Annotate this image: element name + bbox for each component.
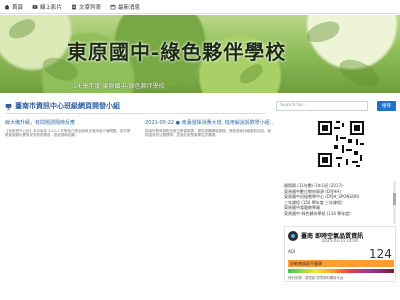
aqi-value: 124 <box>369 247 392 261</box>
nav-item-label: 最新消息 <box>118 4 141 11</box>
aqi-color-scale <box>288 269 394 273</box>
nav-item-label: 線上影片 <box>40 4 63 11</box>
leaf-decoration <box>335 52 383 93</box>
list-item[interactable]: 東原國中-綠色夥伴學校 (134 學年度) <box>284 211 394 217</box>
nav-item-label: 文章列表 <box>79 4 102 11</box>
leaf-decoration <box>6 16 38 42</box>
aqi-status: 對敏感族群不健康 <box>288 260 394 267</box>
page-title-text: 臺南市資訊中心班級網頁開發小組 <box>15 102 120 110</box>
banner: 東原國中-綠色夥伴學校 14 學年度 東原國中-綠色夥伴學校 <box>0 15 400 93</box>
search-button[interactable]: 搜尋 <box>377 101 396 111</box>
news-excerpt: 【系統提升公告】本次版本 2.0.11 升等後已經全面修正使用者介面問題，若仍發… <box>5 129 131 138</box>
list-scrollbar[interactable] <box>393 181 396 224</box>
news-title[interactable]: 2021-05-22 ● 南瀛發揮消費大增, 班用解說與數學小組… <box>145 119 273 126</box>
school-list[interactable]: 國際觀 (11年數)-1年1班 (2017)- 東原國中數位教材資源 (DYJH… <box>284 183 394 223</box>
nav-item-news[interactable]: 最新消息 <box>110 3 140 11</box>
news-excerpt: 臺南市教育局配合數位學習推廣，提供相關網頁服務。請各班級持續更新內容，使校園資訊… <box>145 129 271 138</box>
section-divider <box>5 113 265 114</box>
leaf-decoration <box>236 61 266 87</box>
home-icon <box>4 4 10 9</box>
qr-code-icon <box>316 119 366 169</box>
calendar-icon <box>110 4 116 9</box>
document-icon <box>72 4 76 9</box>
news-item[interactable]: 2021-05-22 ● 南瀛發揮消費大增, 班用解說與數學小組… 臺南市教育局… <box>145 119 273 143</box>
nav-item-video[interactable]: 線上影片 <box>32 3 62 11</box>
news-title[interactable]: 線大備升級，有問題請隨時反應 <box>5 119 133 126</box>
nav-item-home[interactable]: 首頁 <box>4 3 23 11</box>
air-quality-widget: 臺南 即時空氣品質資訊 2025-03-11 14:00 AQI 124 對敏感… <box>284 226 396 282</box>
nav-item-articles[interactable]: 文章列表 <box>71 3 101 11</box>
page-title: 臺南市資訊中心班級網頁開發小組 <box>5 101 120 111</box>
video-icon <box>32 4 38 9</box>
top-navigation: 首頁 線上影片 文章列表 最新消息 <box>0 0 400 14</box>
banner-title: 東原國中-綠色夥伴學校 <box>67 40 287 64</box>
news-item[interactable]: 線大備升級，有問題請隨時反應 【系統提升公告】本次版本 2.0.11 升等後已經… <box>5 119 133 143</box>
air-quality-logo-icon <box>288 231 298 241</box>
air-quality-time: 2025-03-11 14:00 <box>322 238 359 243</box>
banner-subtitle: 14 學年度 東原國中-綠色夥伴學校 <box>73 83 165 90</box>
search-input[interactable]: Search for... <box>276 101 368 111</box>
nav-item-label: 首頁 <box>12 4 24 11</box>
aqi-label: AQI <box>288 249 295 254</box>
monitor-icon <box>5 103 12 110</box>
leaf-decoration <box>304 18 342 46</box>
air-quality-source: 資料來源：環境部 環境資料開放平台 <box>288 276 344 280</box>
scroll-thumb[interactable] <box>393 193 396 205</box>
